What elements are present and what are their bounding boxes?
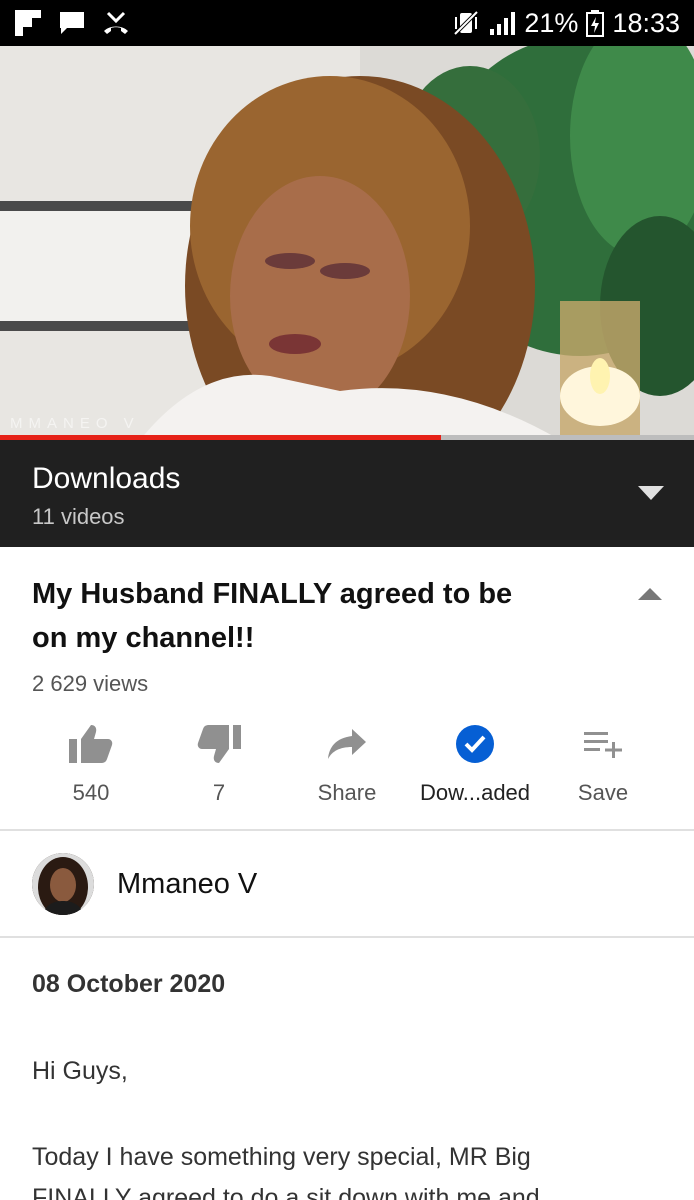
missed-call-icon (102, 9, 130, 37)
divider (0, 829, 694, 831)
like-count: 540 (72, 780, 110, 805)
like-button[interactable]: 540 (27, 718, 155, 818)
playlist-title: Downloads (32, 462, 181, 495)
publish-date: 08 October 2020 (32, 970, 226, 998)
battery-percent: 21% (524, 7, 579, 38)
thumbs-down-icon (196, 718, 242, 770)
view-count: 2 629 views (32, 671, 149, 696)
channel-watermark: MMANEO V (10, 415, 140, 432)
downloads-playlist-bar[interactable]: Downloads 11 videos (0, 440, 694, 547)
thumbs-up-icon (68, 718, 114, 770)
channel-avatar[interactable] (32, 853, 94, 915)
action-bar: 540 7 Share Dow...aded Save (27, 718, 667, 818)
share-label: Share (317, 780, 377, 805)
share-button[interactable]: Share (283, 718, 411, 818)
clock: 18:33 (612, 7, 680, 38)
video-title-line2: on my channel!! (32, 622, 255, 654)
flipboard-icon (14, 9, 42, 37)
description-line: FINALLY agreed to do a sit down with me … (32, 1184, 540, 1200)
save-button[interactable]: Save (539, 718, 667, 818)
divider (0, 936, 694, 938)
dislike-count: 7 (212, 780, 226, 805)
downloaded-label: Dow...aded (419, 780, 531, 805)
message-icon (58, 9, 86, 37)
description-greeting: Hi Guys, (32, 1057, 128, 1085)
status-bar: 21% 18:33 (0, 0, 694, 46)
battery-icon (586, 9, 605, 37)
status-bar-notifications (14, 9, 130, 37)
avatar-image (32, 853, 94, 915)
channel-name[interactable]: Mmaneo V (117, 868, 257, 901)
downloaded-check-icon (455, 718, 495, 770)
status-bar-system: 21% 18:33 (452, 8, 680, 39)
signal-icon (488, 9, 516, 37)
video-title-line1: My Husband FINALLY agreed to be (32, 578, 513, 610)
video-player[interactable]: MMANEO V (0, 46, 694, 440)
dislike-button[interactable]: 7 (155, 718, 283, 818)
description-line: Today I have something very special, MR … (32, 1143, 531, 1171)
video-thumbnail (0, 46, 694, 440)
add-to-playlist-icon (582, 718, 624, 770)
share-icon (326, 718, 368, 770)
downloaded-button[interactable]: Dow...aded (411, 718, 539, 818)
save-label: Save (577, 780, 629, 805)
chevron-up-icon[interactable] (636, 586, 664, 602)
chevron-down-icon[interactable] (636, 484, 666, 502)
vibrate-icon (452, 9, 480, 37)
video-title: My Husband FINALLY agreed to be on my ch… (32, 572, 552, 660)
playlist-count: 11 videos (32, 504, 125, 529)
